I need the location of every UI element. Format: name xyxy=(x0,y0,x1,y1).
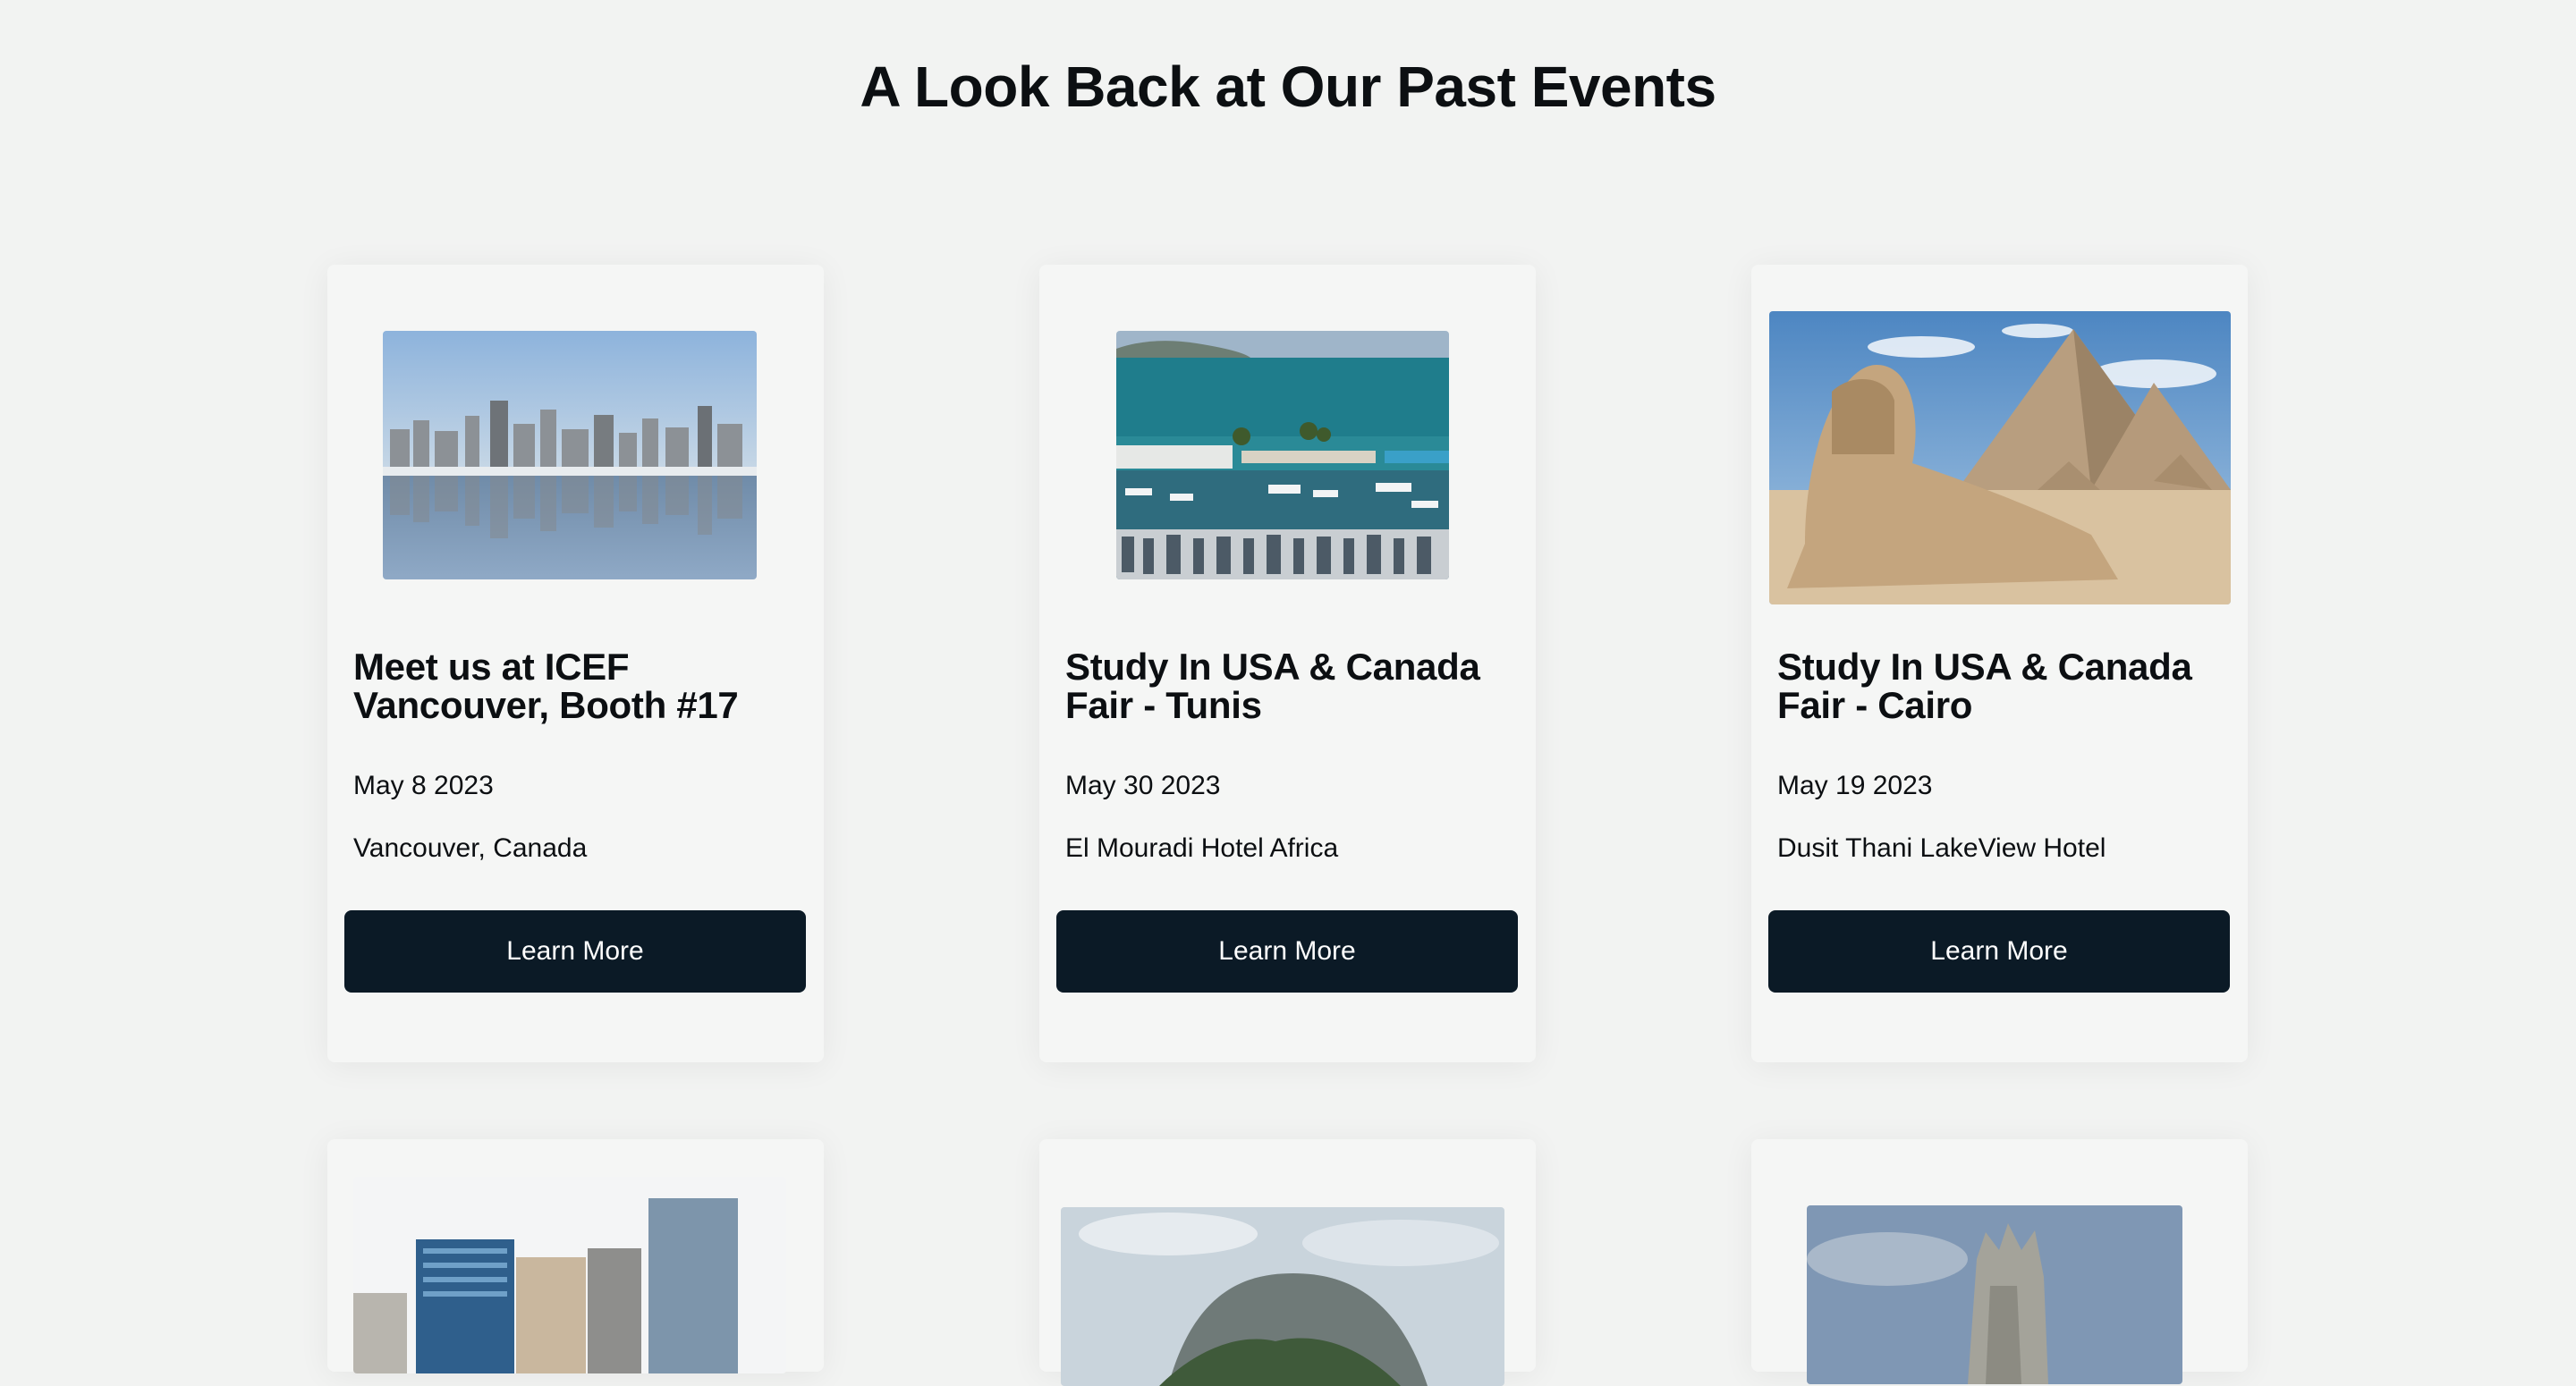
event-date: May 30 2023 xyxy=(1065,771,1221,800)
event-title: Meet us at ICEF Vancouver, Booth #17 xyxy=(353,646,739,726)
learn-more-button[interactable]: Learn More xyxy=(344,910,806,993)
event-title: Study In USA & Canada Fair - Cairo xyxy=(1777,646,2192,726)
learn-more-button[interactable]: Learn More xyxy=(1056,910,1518,993)
event-card xyxy=(1751,1139,2248,1384)
event-card xyxy=(1039,1139,1536,1386)
stone-monument-photo xyxy=(1807,1205,2182,1384)
city-office-towers-photo xyxy=(353,1177,786,1373)
event-venue: Dusit Thani LakeView Hotel xyxy=(1777,833,2106,863)
event-card: Study In USA & Canada Fair - Tunis May 3… xyxy=(1039,265,1536,1062)
event-card: Study In USA & Canada Fair - Cairo May 1… xyxy=(1751,265,2248,1062)
event-venue: Vancouver, Canada xyxy=(353,833,588,863)
tunis-harbor-photo xyxy=(1116,331,1449,579)
vancouver-skyline-photo xyxy=(383,331,757,579)
event-date: May 8 2023 xyxy=(353,771,494,800)
event-title: Study In USA & Canada Fair - Tunis xyxy=(1065,646,1480,726)
pyramids-sphinx-photo xyxy=(1769,311,2231,604)
event-card: Meet us at ICEF Vancouver, Booth #17 May… xyxy=(327,265,824,1062)
page-title: A Look Back at Our Past Events xyxy=(860,55,1716,119)
event-date: May 19 2023 xyxy=(1777,771,1933,800)
event-venue: El Mouradi Hotel Africa xyxy=(1065,833,1339,863)
rock-mountain-photo xyxy=(1061,1207,1504,1386)
event-card xyxy=(327,1139,824,1373)
learn-more-button[interactable]: Learn More xyxy=(1768,910,2230,993)
